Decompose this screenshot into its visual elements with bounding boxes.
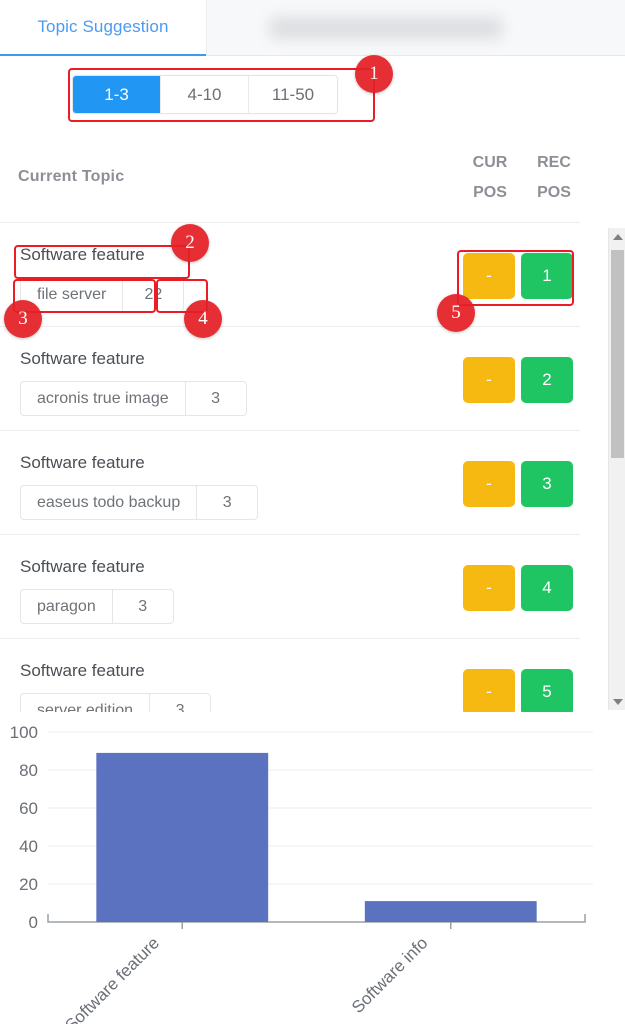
- chart-bar: [96, 752, 269, 922]
- chart-bar: [364, 901, 537, 922]
- row-keyword-chip[interactable]: easeus todo backup 3: [20, 485, 259, 520]
- row-topic: Software feature: [20, 349, 145, 368]
- row-keyword-chip[interactable]: file server 22: [20, 277, 185, 312]
- row-count: 3: [211, 389, 221, 407]
- column-header-rec-pos-line2: POS: [537, 184, 571, 201]
- annotation-marker-1: 1: [355, 55, 393, 93]
- redacted-tab-content: [270, 16, 502, 39]
- range-option-1-3[interactable]: 1-3: [73, 76, 161, 113]
- row-keyword: file server: [21, 278, 124, 311]
- column-header-current-topic: Current Topic: [18, 168, 125, 185]
- row-position-badges: - 4: [463, 565, 573, 611]
- column-header-cur-pos: CUR POS: [464, 148, 516, 208]
- column-header-cur-pos-line2: POS: [473, 184, 507, 201]
- badge-rec-pos: 3: [521, 461, 573, 507]
- row-keyword: easeus todo backup: [21, 486, 198, 519]
- badge-cur-pos: -: [463, 669, 515, 712]
- range-option-11-50[interactable]: 11-50: [249, 76, 337, 113]
- badge-cur-pos: -: [463, 253, 515, 299]
- topic-suggestion-list[interactable]: Software feature file server 22 - 1 Soft…: [0, 222, 625, 712]
- position-range-filter[interactable]: 1-3 4-10 11-50: [72, 75, 338, 114]
- tab-bar: Topic Suggestion: [0, 0, 625, 56]
- badge-rec-pos: 1: [521, 253, 573, 299]
- row-topic: Software feature: [20, 453, 145, 472]
- row-position-badges: - 2: [463, 357, 573, 403]
- chart-y-tick-label: 0: [29, 913, 38, 932]
- column-header-cur-pos-line1: CUR: [472, 154, 508, 171]
- table-row[interactable]: Software feature server edition 3 - 5: [0, 638, 580, 712]
- badge-rec-pos: 5: [521, 669, 573, 712]
- table-row[interactable]: Software feature acronis true image 3 - …: [0, 326, 580, 430]
- row-keyword: acronis true image: [21, 382, 186, 415]
- chart-y-tick-label: 80: [19, 761, 38, 780]
- row-count: 3: [222, 493, 232, 511]
- chart-y-tick-label: 100: [10, 723, 38, 742]
- topic-suggestion-list-inner: Software feature file server 22 - 1 Soft…: [0, 222, 580, 712]
- row-count: 3: [175, 701, 185, 713]
- row-keyword-chip[interactable]: paragon 3: [20, 589, 174, 624]
- row-keyword-chip[interactable]: acronis true image 3: [20, 381, 247, 416]
- badge-rec-pos: 2: [521, 357, 573, 403]
- column-header-rec-pos-line1: REC: [537, 154, 571, 171]
- row-topic: Software feature: [20, 245, 145, 264]
- badge-cur-pos: -: [463, 565, 515, 611]
- chart-x-tick-label: Software info: [348, 933, 432, 1017]
- row-position-badges: - 1: [463, 253, 573, 299]
- chart-x-tick-label: Software feature: [61, 933, 163, 1024]
- chart-y-tick-label: 60: [19, 799, 38, 818]
- chart-y-tick-label: 40: [19, 837, 38, 856]
- tab-redacted[interactable]: [206, 0, 625, 56]
- row-keyword: paragon: [21, 590, 113, 623]
- row-topic: Software feature: [20, 557, 145, 576]
- row-count: 3: [138, 597, 148, 615]
- topic-distribution-chart: 0 20 40 60 80 100 Software feature Software inf…: [0, 716, 625, 1024]
- tab-topic-suggestion[interactable]: Topic Suggestion: [0, 0, 206, 56]
- table-row[interactable]: Software feature file server 22 - 1: [0, 222, 580, 326]
- bar-chart-svg: 0 20 40 60 80 100 Software feature Software inf…: [10, 723, 593, 1024]
- scroll-up-arrow-icon[interactable]: [609, 228, 625, 245]
- list-scrollbar[interactable]: [608, 228, 625, 710]
- column-headers-positions: CUR POS REC POS: [464, 148, 580, 208]
- badge-rec-pos: 4: [521, 565, 573, 611]
- row-keyword-chip[interactable]: server edition 3: [20, 693, 212, 713]
- row-keyword: server edition: [21, 694, 151, 712]
- scrollbar-thumb[interactable]: [611, 250, 624, 458]
- table-row[interactable]: Software feature easeus todo backup 3 - …: [0, 430, 580, 534]
- scroll-down-arrow-icon[interactable]: [609, 693, 625, 710]
- range-option-4-10[interactable]: 4-10: [161, 76, 249, 113]
- tab-topic-suggestion-label: Topic Suggestion: [37, 17, 169, 36]
- table-row[interactable]: Software feature paragon 3 - 4: [0, 534, 580, 638]
- column-header-rec-pos: REC POS: [528, 148, 580, 208]
- chart-y-tick-label: 20: [19, 875, 38, 894]
- badge-cur-pos: -: [463, 461, 515, 507]
- row-position-badges: - 3: [463, 461, 573, 507]
- row-count: 22: [144, 285, 163, 303]
- badge-cur-pos: -: [463, 357, 515, 403]
- row-position-badges: - 5: [463, 669, 573, 712]
- row-topic: Software feature: [20, 661, 145, 680]
